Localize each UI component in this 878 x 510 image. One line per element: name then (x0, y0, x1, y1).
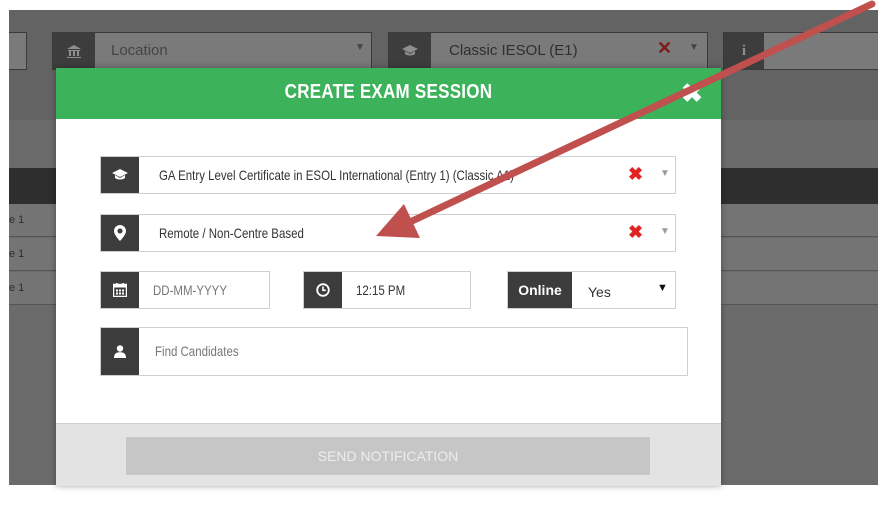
date-placeholder: DD-MM-YYYY (153, 282, 227, 298)
chevron-down-icon: ▼ (657, 282, 668, 294)
user-icon (101, 328, 139, 375)
graduation-cap-icon (101, 157, 139, 193)
map-marker-icon (101, 215, 139, 251)
modal-footer: SEND NOTIFICATION (56, 423, 721, 486)
chevron-down-icon[interactable]: ▼ (660, 168, 670, 179)
row-label: e 1 (9, 214, 25, 226)
find-candidates-input[interactable]: Find Candidates (100, 327, 688, 376)
date-input[interactable]: DD-MM-YYYY (100, 271, 270, 309)
send-notification-button[interactable]: SEND NOTIFICATION (126, 437, 650, 475)
graduation-cap-icon (389, 33, 431, 69)
time-input[interactable]: 12:15 PM (303, 271, 471, 309)
time-value: 12:15 PM (356, 282, 406, 298)
background-exam-type-select: Classic IESOL (E1) ✕ ▼ (388, 32, 708, 70)
row-label: e 1 (9, 282, 25, 294)
background-exam-type-value: Classic IESOL (E1) (449, 42, 578, 59)
modal-title: CREATE EXAM SESSION (284, 81, 493, 103)
background-location-select: Location ▼ (52, 32, 372, 70)
bank-icon (53, 33, 95, 69)
find-candidates-placeholder: Find Candidates (155, 343, 239, 359)
modal-header: CREATE EXAM SESSION ✖ (56, 68, 721, 119)
online-select[interactable]: Online Yes ▼ (507, 271, 676, 309)
chevron-down-icon: ▼ (689, 42, 699, 53)
chevron-down-icon[interactable]: ▼ (660, 226, 670, 237)
location-select[interactable]: Remote / Non-Centre Based ✖ ▼ (100, 214, 676, 252)
clock-icon (304, 272, 342, 308)
info-icon: i (724, 33, 764, 69)
background-info-field: i (723, 32, 878, 70)
qualification-select[interactable]: GA Entry Level Certificate in ESOL Inter… (100, 156, 676, 194)
clear-icon: ✕ (657, 38, 673, 58)
online-value: Yes (588, 284, 611, 300)
row-label: e 1 (9, 248, 25, 260)
location-value: Remote / Non-Centre Based (159, 225, 304, 241)
clear-location-icon[interactable]: ✖ (628, 222, 643, 243)
qualification-value: GA Entry Level Certificate in ESOL Inter… (159, 167, 514, 183)
close-icon[interactable]: ✖ (677, 78, 707, 108)
online-label: Online (508, 272, 572, 308)
clear-qualification-icon[interactable]: ✖ (628, 164, 643, 185)
chevron-down-icon: ▼ (355, 42, 365, 53)
calendar-icon (101, 272, 139, 308)
create-exam-session-modal: CREATE EXAM SESSION ✖ GA Entry Level Cer… (56, 68, 721, 486)
info-glyph: i (741, 42, 747, 59)
background-location-placeholder: Location (111, 42, 168, 59)
background-left-field (9, 32, 27, 70)
